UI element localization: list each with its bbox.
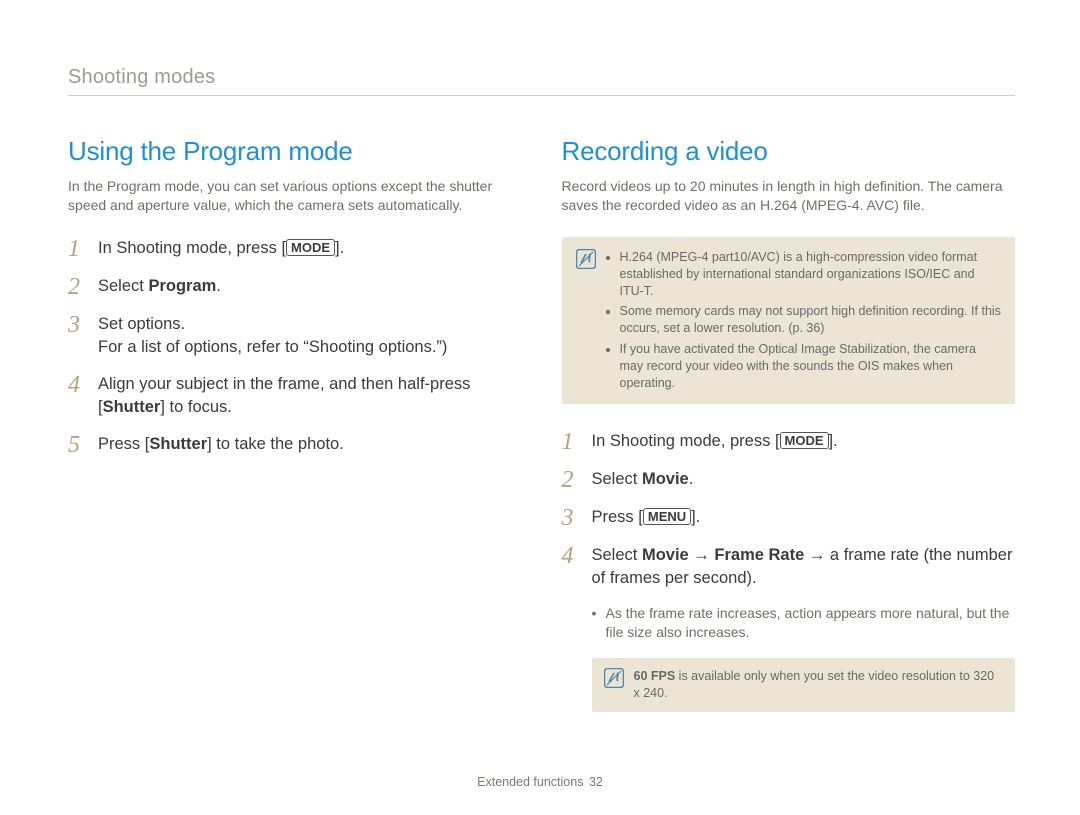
step-text: Press [MENU]. bbox=[592, 506, 1016, 529]
bold-text: Movie bbox=[642, 546, 689, 564]
text: Select bbox=[592, 470, 642, 488]
step-text: Select Movie → Frame Rate → a frame rate… bbox=[592, 544, 1016, 590]
bold-text: 60 FPS bbox=[634, 669, 676, 683]
step-number: 3 bbox=[562, 506, 592, 530]
page-footer: Extended functions 32 bbox=[0, 775, 1080, 789]
step-number: 5 bbox=[68, 433, 98, 457]
step-4-left: 4 Align your subject in the frame, and t… bbox=[68, 373, 522, 419]
text: Select bbox=[592, 546, 642, 564]
step-number: 2 bbox=[68, 275, 98, 299]
note-text: 60 FPS is available only when you set th… bbox=[634, 668, 1004, 702]
note-box-1: H.264 (MPEG-4 part10/AVC) is a high-comp… bbox=[562, 237, 1016, 404]
footer-label: Extended functions bbox=[477, 775, 583, 789]
text: In Shooting mode, press [ bbox=[98, 239, 286, 257]
step-number: 3 bbox=[68, 313, 98, 337]
footer-page-number: 32 bbox=[589, 775, 603, 789]
step-number: 4 bbox=[562, 544, 592, 568]
text: Select bbox=[98, 277, 148, 295]
step-1-right: 1 In Shooting mode, press [MODE]. bbox=[562, 430, 1016, 454]
text: For a list of options, refer to “Shootin… bbox=[98, 338, 447, 356]
step-5-left: 5 Press [Shutter] to take the photo. bbox=[68, 433, 522, 457]
note-list: H.264 (MPEG-4 part10/AVC) is a high-comp… bbox=[606, 249, 1002, 392]
heading-recording-video: Recording a video bbox=[562, 136, 1016, 167]
text: Set options. bbox=[98, 315, 185, 333]
text: is available only when you set the video… bbox=[634, 669, 995, 700]
step-text: Set options. For a list of options, refe… bbox=[98, 313, 522, 359]
text: Press [ bbox=[592, 508, 643, 526]
text: ] to take the photo. bbox=[207, 435, 344, 453]
step-3-right: 3 Press [MENU]. bbox=[562, 506, 1016, 530]
step-number: 4 bbox=[68, 373, 98, 397]
two-columns: Using the Program mode In the Program mo… bbox=[68, 136, 1015, 712]
step-4-right: 4 Select Movie → Frame Rate → a frame ra… bbox=[562, 544, 1016, 590]
sub-bullet: As the frame rate increases, action appe… bbox=[592, 604, 1016, 642]
text: → bbox=[689, 546, 715, 564]
bold-text: Frame Rate bbox=[714, 546, 804, 564]
mode-button-label: MODE bbox=[286, 239, 335, 257]
text: . bbox=[689, 470, 694, 488]
note-item: Some memory cards may not support high d… bbox=[620, 303, 1002, 337]
heading-program-mode: Using the Program mode bbox=[68, 136, 522, 167]
tip-icon bbox=[604, 668, 624, 688]
text: ]. bbox=[335, 239, 344, 257]
tip-icon bbox=[576, 249, 596, 269]
step-3-left: 3 Set options. For a list of options, re… bbox=[68, 313, 522, 359]
bold-text: Program bbox=[148, 277, 216, 295]
mode-button-label: MODE bbox=[780, 432, 829, 450]
right-column: Recording a video Record videos up to 20… bbox=[562, 136, 1016, 712]
step-text: In Shooting mode, press [MODE]. bbox=[592, 430, 1016, 453]
note-item: H.264 (MPEG-4 part10/AVC) is a high-comp… bbox=[620, 249, 1002, 300]
step-number: 2 bbox=[562, 468, 592, 492]
step-text: Select Program. bbox=[98, 275, 522, 298]
left-column: Using the Program mode In the Program mo… bbox=[68, 136, 522, 712]
text: ]. bbox=[691, 508, 700, 526]
step-text: Press [Shutter] to take the photo. bbox=[98, 433, 522, 456]
step-text: Select Movie. bbox=[592, 468, 1016, 491]
text: ]. bbox=[829, 432, 838, 450]
bold-text: Shutter bbox=[103, 398, 161, 416]
text: Press [ bbox=[98, 435, 149, 453]
menu-button-label: MENU bbox=[643, 508, 691, 526]
section-title: Shooting modes bbox=[68, 66, 1015, 96]
step-2-left: 2 Select Program. bbox=[68, 275, 522, 299]
text: . bbox=[216, 277, 221, 295]
step-text: Align your subject in the frame, and the… bbox=[98, 373, 522, 419]
step-1-left: 1 In Shooting mode, press [MODE]. bbox=[68, 237, 522, 261]
step-number: 1 bbox=[68, 237, 98, 261]
step-number: 1 bbox=[562, 430, 592, 454]
step-2-right: 2 Select Movie. bbox=[562, 468, 1016, 492]
intro-program: In the Program mode, you can set various… bbox=[68, 177, 522, 215]
manual-page: Shooting modes Using the Program mode In… bbox=[0, 0, 1080, 815]
text: ] to focus. bbox=[160, 398, 232, 416]
bold-text: Movie bbox=[642, 470, 689, 488]
note-box-2: 60 FPS is available only when you set th… bbox=[592, 658, 1016, 712]
text: In Shooting mode, press [ bbox=[592, 432, 780, 450]
step-text: In Shooting mode, press [MODE]. bbox=[98, 237, 522, 260]
intro-video: Record videos up to 20 minutes in length… bbox=[562, 177, 1016, 215]
note-item: If you have activated the Optical Image … bbox=[620, 341, 1002, 392]
bold-text: Shutter bbox=[149, 435, 207, 453]
